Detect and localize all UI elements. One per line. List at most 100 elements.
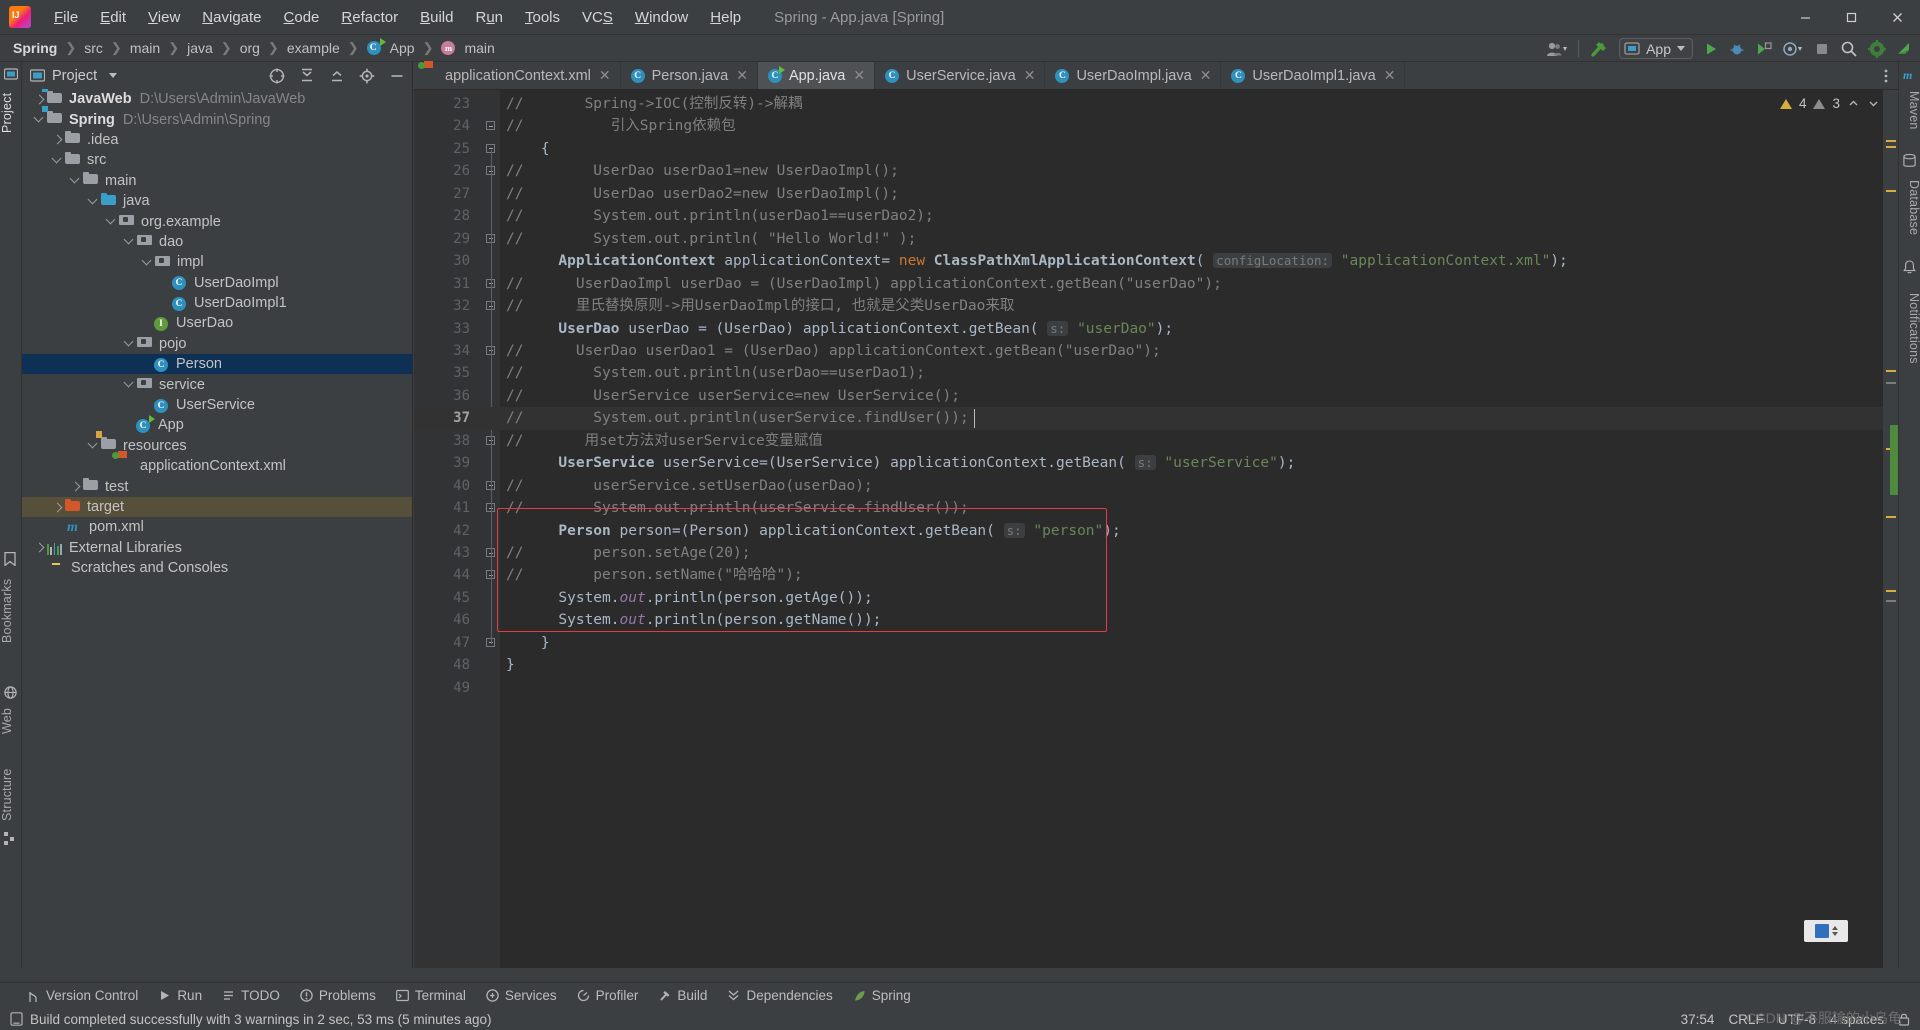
chevron-down-icon[interactable] [51, 154, 64, 167]
run-configuration-selector[interactable]: App [1619, 38, 1693, 59]
tree-item-userdaoimpl[interactable]: C UserDaoImpl [22, 273, 412, 293]
tree-item-idea[interactable]: .idea [22, 130, 412, 150]
select-opened-file-icon[interactable] [269, 68, 285, 84]
code-line[interactable]: 42 Person person=(Person) applicationCon… [414, 520, 1898, 542]
editor-tab-userdaoimpl1-java[interactable]: C UserDaoImpl1.java ✕ [1221, 62, 1406, 89]
chevron-up-icon[interactable] [1847, 97, 1860, 110]
tree-item-userdaoimpl1[interactable]: C UserDaoImpl1 [22, 293, 412, 313]
chevron-right-icon[interactable] [33, 93, 46, 106]
code-text[interactable]: 23 // Spring->IOC(控制反转)->解耦 24 // 引入Spring依… [414, 90, 1898, 968]
tool-window-tab-notifications[interactable]: Notifications [1899, 278, 1920, 378]
bottom-tab-run[interactable]: Run [158, 988, 202, 1003]
tree-item-main[interactable]: main [22, 171, 412, 191]
code-line[interactable]: 23 // Spring->IOC(控制反转)->解耦 [414, 93, 1898, 115]
tree-item-src[interactable]: src [22, 150, 412, 170]
tool-window-tab-database[interactable]: Database [1899, 172, 1920, 244]
breadcrumb-item-src[interactable]: src [81, 38, 106, 58]
tree-item-app[interactable]: C App [22, 415, 412, 435]
tree-item-external-libraries[interactable]: External Libraries [22, 538, 412, 558]
breadcrumb-item-example[interactable]: example [284, 38, 343, 58]
chevron-down-icon[interactable] [141, 256, 154, 269]
build-hammer-icon[interactable] [1589, 39, 1609, 59]
menu-code[interactable]: Code [273, 5, 331, 30]
user-account-icon[interactable] [1546, 41, 1568, 57]
tree-item-spring[interactable]: Spring D:\Users\Admin\Spring [22, 106, 412, 129]
chevron-down-icon[interactable] [105, 215, 118, 228]
chevron-down-icon[interactable] [33, 113, 46, 126]
updates-icon[interactable] [1896, 41, 1912, 57]
code-line[interactable]: 48} [414, 654, 1898, 676]
code-line[interactable]: 28 // System.out.println(userDao1==userDa… [414, 205, 1898, 227]
menu-build[interactable]: Build [409, 5, 464, 30]
tree-item-target[interactable]: target [22, 496, 412, 518]
breadcrumb-item-main[interactable]: main [127, 38, 163, 58]
menu-file[interactable]: File [43, 5, 89, 30]
close-icon[interactable]: ✕ [736, 67, 748, 84]
tree-item-scratches-and-consoles[interactable]: Scratches and Consoles [22, 558, 412, 578]
collapse-all-icon[interactable] [329, 68, 345, 84]
breadcrumb-item-spring[interactable]: Spring [10, 38, 60, 58]
menu-navigate[interactable]: Navigate [191, 5, 272, 30]
bottom-tab-build[interactable]: Build [658, 988, 707, 1003]
stop-icon[interactable] [1814, 41, 1830, 57]
close-button[interactable] [1874, 0, 1920, 35]
tree-item-impl[interactable]: impl [22, 252, 412, 272]
chevron-right-icon[interactable] [51, 501, 64, 514]
settings-gear-icon[interactable] [359, 68, 375, 84]
chevron-down-icon[interactable] [123, 378, 136, 391]
more-vertical-icon[interactable] [1878, 67, 1894, 85]
code-line[interactable]: 26 // UserDao userDao1=new UserDaoImpl(); [414, 160, 1898, 182]
bottom-tab-spring[interactable]: Spring [853, 988, 911, 1003]
run-with-coverage-icon[interactable] [1755, 41, 1772, 57]
code-line[interactable]: 41 // System.out.println(userService.find… [414, 497, 1898, 519]
tool-window-tab-web[interactable]: Web [0, 702, 22, 740]
menu-run[interactable]: Run [464, 5, 514, 30]
code-line[interactable]: 47 } [414, 632, 1898, 654]
expand-all-icon[interactable] [299, 68, 315, 84]
inspection-scroll-strip[interactable] [1883, 90, 1898, 968]
code-line[interactable]: 36 // UserService userService=new UserSer… [414, 385, 1898, 407]
tool-window-tab-bookmarks[interactable]: Bookmarks [0, 570, 22, 652]
minimize-button[interactable] [1782, 0, 1828, 35]
caret-position[interactable]: 37:54 [1681, 1012, 1715, 1027]
tree-item-userdao[interactable]: I UserDao [22, 313, 412, 333]
tool-window-tab-maven[interactable]: Maven [1899, 84, 1920, 136]
code-line[interactable]: 32 // 里氏替换原则->用UserDaoImpl的接口, 也就是父类UserD… [414, 295, 1898, 317]
chevron-down-icon[interactable] [87, 195, 100, 208]
code-line[interactable]: 38 // 用set方法对userService变量赋值 [414, 430, 1898, 452]
menu-tools[interactable]: Tools [514, 5, 571, 30]
menu-window[interactable]: Window [624, 5, 699, 30]
editor-tab-app-java[interactable]: C App.java ✕ [757, 62, 876, 89]
settings-gear-icon[interactable] [1868, 39, 1886, 58]
menu-vcs[interactable]: VCS [571, 5, 624, 30]
tree-item-test[interactable]: test [22, 476, 412, 496]
tree-item-pojo[interactable]: pojo [22, 334, 412, 354]
breadcrumb-item-main-method[interactable]: m main [438, 38, 497, 59]
tree-item-java[interactable]: java [22, 191, 412, 211]
breadcrumb-item-app[interactable]: C App [364, 38, 418, 59]
bottom-tab-terminal[interactable]: Terminal [395, 988, 466, 1003]
debug-bug-icon[interactable] [1729, 41, 1745, 57]
tree-item-applicationcontext-xml[interactable]: applicationContext.xml [22, 456, 412, 476]
menu-view[interactable]: View [137, 5, 191, 30]
editor-tab-userservice-java[interactable]: C UserService.java ✕ [875, 62, 1046, 89]
code-editor[interactable]: 23 // Spring->IOC(控制反转)->解耦 24 // 引入Spring依… [414, 90, 1898, 968]
bottom-tab-version-control[interactable]: Version Control [26, 988, 138, 1003]
editor-tab-applicationcontext-xml[interactable]: applicationContext.xml ✕ [414, 62, 621, 89]
code-line[interactable]: 44 // person.setName("哈哈哈"); [414, 564, 1898, 586]
code-line[interactable]: 35 // System.out.println(userDao==userDao… [414, 362, 1898, 384]
search-everywhere-icon[interactable] [1840, 40, 1858, 58]
code-line[interactable]: 45 System.out.println(person.getAge()); [414, 587, 1898, 609]
code-line[interactable]: 49 [414, 677, 1898, 699]
tree-item-person[interactable]: C Person [22, 354, 412, 375]
tool-window-tab-structure[interactable]: Structure [0, 762, 22, 828]
tree-item-pom-xml[interactable]: m pom.xml [22, 517, 412, 537]
hide-panel-icon[interactable] [389, 68, 405, 84]
tree-item-dao[interactable]: dao [22, 232, 412, 252]
breadcrumb-item-org[interactable]: org [237, 38, 263, 58]
bottom-tab-services[interactable]: Services [486, 988, 557, 1003]
bottom-tab-profiler[interactable]: Profiler [577, 988, 638, 1003]
close-icon[interactable]: ✕ [1384, 67, 1396, 84]
code-line[interactable]: 40 // userService.setUserDao(userDao); [414, 475, 1898, 497]
project-tree[interactable]: JavaWeb D:\Users\Admin\JavaWeb Spring D:… [22, 89, 412, 968]
